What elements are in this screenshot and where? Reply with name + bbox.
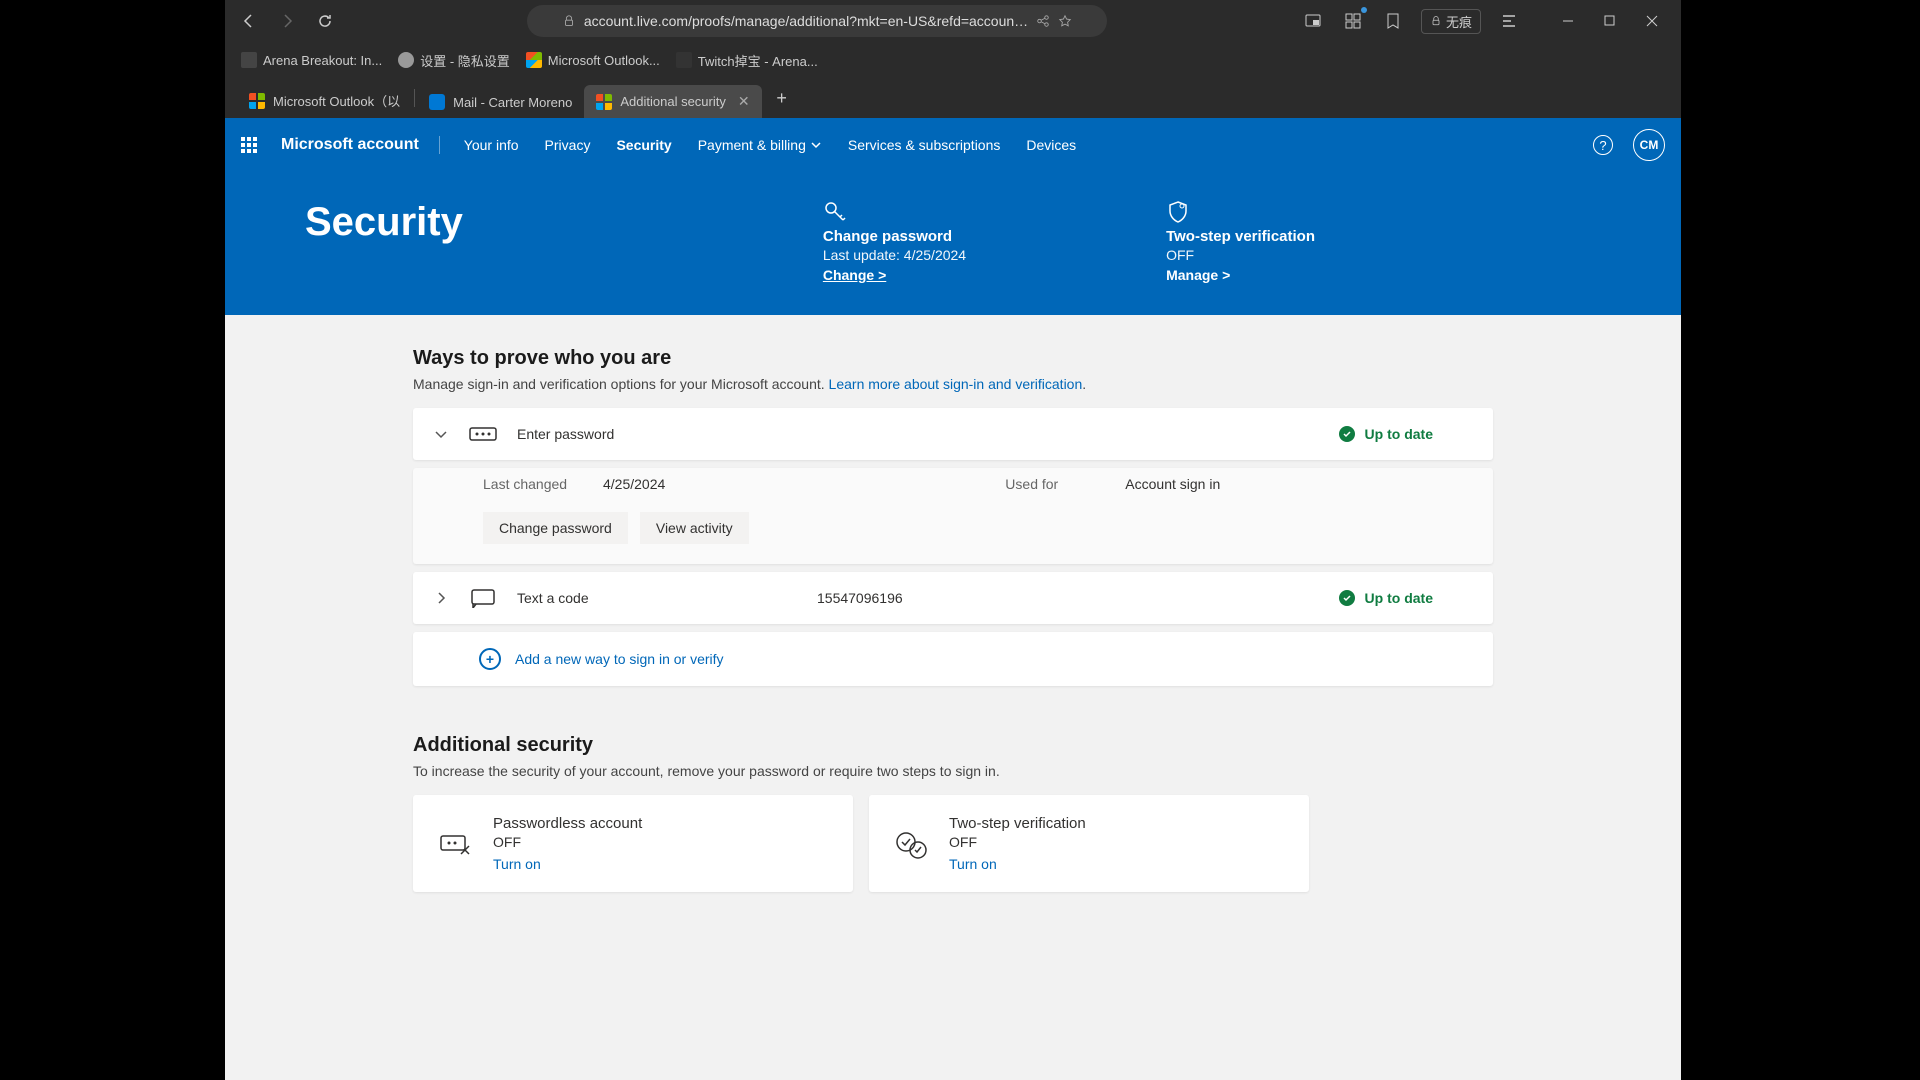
card-passwordless: Passwordless account OFF Turn on [413,795,853,892]
favicon [241,52,257,68]
tab[interactable]: Microsoft Outlook（以 [237,83,412,118]
tab-close-icon[interactable]: ✕ [738,93,750,110]
back-icon [241,13,257,29]
section-title-ways: Ways to prove who you are [413,347,1493,370]
nav-security[interactable]: Security [616,137,671,153]
section-sub-ways: Manage sign-in and verification options … [413,376,1493,392]
plus-icon: + [479,648,501,670]
two-step-icon [893,826,929,862]
chevron-right-icon [433,590,449,606]
chevron-down-icon [433,426,449,442]
brand-label[interactable]: Microsoft account [281,136,440,154]
tab-active[interactable]: Additional security ✕ [584,85,761,118]
status-badge: Up to date [1339,426,1433,442]
check-icon [1339,426,1355,442]
manage-two-step-link[interactable]: Manage > [1166,267,1315,283]
tab[interactable]: Mail - Carter Moreno [417,86,584,118]
turn-on-two-step-link[interactable]: Turn on [949,856,1086,872]
favicon [526,52,542,68]
forward-icon [279,13,295,29]
browser-titlebar: account.live.com/proofs/manage/additiona… [225,0,1681,42]
app-launcher-icon[interactable] [241,137,257,153]
window-close[interactable] [1631,5,1673,37]
window-minimize[interactable] [1547,5,1589,37]
bookmark-item[interactable]: 设置 - 隐私设置 [398,51,510,70]
lock-small-icon [1430,15,1442,27]
row-header[interactable]: Enter password Up to date [413,408,1493,460]
address-bar[interactable]: account.live.com/proofs/manage/additiona… [527,5,1107,37]
hero-banner: Security Change password Last update: 4/… [225,172,1681,315]
page-content: Microsoft account Your info Privacy Secu… [225,118,1681,1080]
tab-strip: Microsoft Outlook（以 Mail - Carter Moreno… [225,78,1681,118]
chevron-down-icon [810,139,822,151]
menu-icon[interactable] [1497,9,1521,33]
section-title-additional: Additional security [413,734,1493,757]
favicon [398,52,414,68]
page-title: Security [305,200,463,245]
shield-key-icon [1166,200,1190,224]
turn-on-passwordless-link[interactable]: Turn on [493,856,642,872]
url-text: account.live.com/proofs/manage/additiona… [584,13,1028,29]
refresh-icon [317,13,333,29]
help-icon[interactable]: ? [1593,135,1613,155]
check-icon [1339,590,1355,606]
change-password-link[interactable]: Change > [823,267,966,283]
private-mode-badge[interactable]: 无痕 [1421,9,1481,34]
view-activity-button[interactable]: View activity [640,512,749,544]
hero-change-password: Change password Last update: 4/25/2024 C… [823,200,966,283]
passwordless-icon [437,826,473,862]
favicon [429,94,445,110]
bookmarks-bar: Arena Breakout: In... 设置 - 隐私设置 Microsof… [225,42,1681,78]
new-tab-button[interactable]: + [768,84,796,112]
password-icon [469,424,497,444]
bookmark-item[interactable]: Twitch掉宝 - Arena... [676,51,818,70]
sms-icon [469,588,497,608]
add-signin-method[interactable]: + Add a new way to sign in or verify [413,632,1493,686]
avatar[interactable]: CM [1633,129,1665,161]
pip-icon[interactable] [1301,9,1325,33]
header-nav: Your info Privacy Security Payment & bil… [464,137,1076,153]
bookmark-flag-icon[interactable] [1381,9,1405,33]
bookmark-item[interactable]: Arena Breakout: In... [241,52,382,68]
lock-icon [562,14,576,28]
favicon [249,93,265,109]
nav-your-info[interactable]: Your info [464,137,519,153]
hero-two-step: Two-step verification OFF Manage > [1166,200,1315,283]
status-badge: Up to date [1339,590,1433,606]
extensions-icon[interactable] [1341,9,1365,33]
star-icon[interactable] [1058,14,1072,28]
share-icon[interactable] [1036,14,1050,28]
bookmark-item[interactable]: Microsoft Outlook... [526,52,660,68]
signin-method-password: Enter password Up to date [413,408,1493,460]
nav-privacy[interactable]: Privacy [545,137,591,153]
key-icon [823,200,847,224]
forward-button[interactable] [271,5,303,37]
nav-devices[interactable]: Devices [1026,137,1076,153]
signin-method-password-details: Last changed4/25/2024 Used forAccount si… [413,468,1493,564]
card-two-step: Two-step verification OFF Turn on [869,795,1309,892]
favicon [596,94,612,110]
change-password-button[interactable]: Change password [483,512,628,544]
signin-method-text: Text a code 15547096196 Up to date [413,572,1493,624]
ms-header: Microsoft account Your info Privacy Secu… [225,118,1681,172]
window-maximize[interactable] [1589,5,1631,37]
favicon [676,52,692,68]
refresh-button[interactable] [309,5,341,37]
section-sub-additional: To increase the security of your account… [413,763,1493,779]
back-button[interactable] [233,5,265,37]
row-header[interactable]: Text a code 15547096196 Up to date [413,572,1493,624]
nav-services[interactable]: Services & subscriptions [848,137,1001,153]
learn-more-link[interactable]: Learn more about sign-in and verificatio… [829,376,1083,392]
nav-payment[interactable]: Payment & billing [698,137,822,153]
